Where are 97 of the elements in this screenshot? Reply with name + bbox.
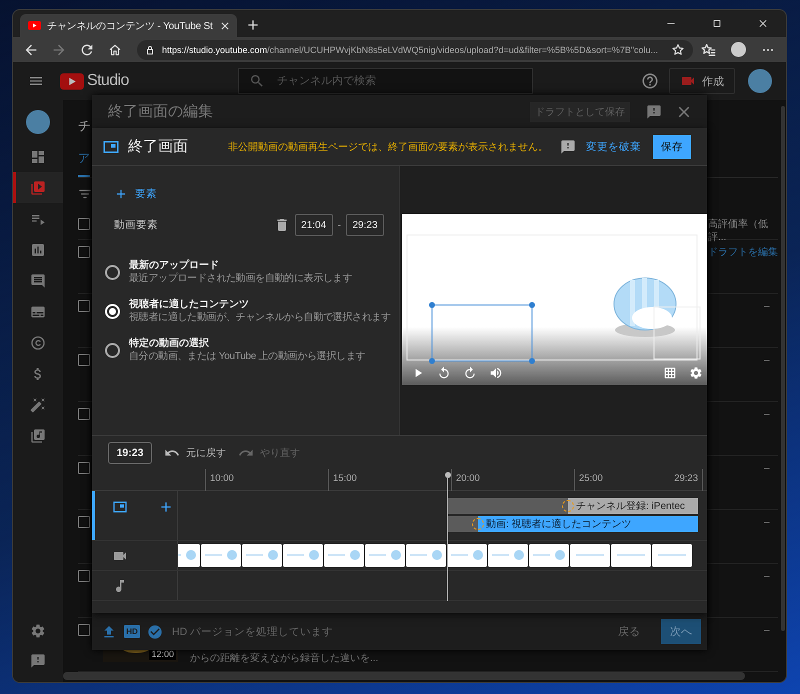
- feedback-icon[interactable]: [560, 138, 576, 154]
- trim-handle[interactable]: [562, 500, 574, 512]
- address-bar[interactable]: https://studio.youtube.com/channel/UCUHPWvjKbN8s5eLVdWQ5nig/videos/upload?d=ud&filter=%5B%5D&sort=%7B"colu...: [137, 40, 693, 60]
- checkbox[interactable]: [78, 516, 90, 528]
- add-element-button[interactable]: 要素: [114, 186, 157, 202]
- scrollbar[interactable]: [781, 106, 785, 631]
- option-title: 特定の動画の選択: [129, 337, 210, 350]
- settings-icon[interactable]: [689, 366, 703, 380]
- logo-text: Studio: [87, 72, 129, 90]
- playhead[interactable]: [444, 472, 451, 601]
- star-icon[interactable]: [671, 42, 685, 56]
- range-dash: -: [338, 220, 341, 230]
- checkbox[interactable]: [78, 218, 90, 230]
- feedback-icon[interactable]: [646, 104, 662, 120]
- url-text: https://studio.youtube.com/channel/UCUHPWvjKbN8s5eLVdWQ5nig/videos/upload?d=ud&filter=%5B%5D&sort=%7B"colu...: [162, 44, 660, 54]
- grid-icon[interactable]: [663, 366, 677, 380]
- table-cell-text: –: [763, 354, 771, 368]
- volume-icon[interactable]: [489, 366, 503, 380]
- scrollbar[interactable]: [63, 672, 745, 680]
- warning-text: 非公開動画の動画再生ページでは、終了画面の要素が表示されません。: [228, 140, 548, 154]
- discard-changes-button[interactable]: 変更を破棄: [586, 140, 641, 154]
- time-tick: 29:23: [674, 469, 703, 491]
- avatar[interactable]: [26, 110, 50, 134]
- undo-button[interactable]: 元に戻す: [164, 444, 226, 460]
- option-description: 視聴者に適した動画が、チャンネルから自動で選択されます: [129, 311, 391, 324]
- page-title: チ: [78, 117, 91, 135]
- time-tick: 25:00: [574, 469, 603, 491]
- element-frame[interactable]: [429, 302, 535, 364]
- editor-title: 終了画面: [128, 137, 188, 156]
- settings-icon: [30, 623, 46, 639]
- favorites-icon[interactable]: [700, 42, 716, 58]
- help-icon[interactable]: [641, 72, 659, 90]
- checkbox[interactable]: [78, 246, 90, 258]
- checkbox[interactable]: [78, 570, 90, 582]
- end-screen-clip[interactable]: チャンネル登録: iPentec: [447, 498, 698, 514]
- option-description: 自分の動画、または YouTube 上の動画から選択します: [129, 350, 366, 363]
- video-title: からの距離を変えながら録音した違いを...: [190, 653, 378, 665]
- checkbox[interactable]: [78, 354, 90, 366]
- radio-button[interactable]: [105, 342, 120, 358]
- dashboard-icon: [30, 148, 46, 164]
- search-icon: [248, 73, 265, 89]
- play-logo-icon: [60, 72, 84, 90]
- end-screen-clip[interactable]: 動画: 視聴者に適したコンテンツ: [447, 516, 698, 532]
- avatar[interactable]: [748, 69, 772, 93]
- element-label: 動画要素: [114, 218, 158, 232]
- sidebar-item[interactable]: [13, 172, 63, 203]
- option-description: 最近アップロードされた動画を自動的に表示します: [129, 272, 352, 285]
- start-time-field[interactable]: 21:04: [294, 214, 333, 236]
- trim-handle[interactable]: [472, 518, 484, 530]
- fast-forward-icon[interactable]: [463, 366, 477, 380]
- status-text: HD バージョンを処理しています: [172, 624, 334, 638]
- play-logo-icon: [28, 21, 41, 30]
- column-header: 高評価率（低評...: [708, 218, 769, 244]
- music-library-icon: [30, 428, 46, 444]
- track-header[interactable]: [92, 491, 178, 540]
- save-button[interactable]: 保存: [653, 134, 691, 158]
- hd-badge: HD: [124, 625, 140, 638]
- radio-button[interactable]: [105, 264, 120, 280]
- search-bar[interactable]: チャンネル内で検索: [238, 68, 533, 94]
- end-time-field[interactable]: 29:23: [346, 214, 384, 236]
- table-cell-text: –: [763, 300, 771, 314]
- option-title: 最新のアップロード: [129, 259, 220, 272]
- checkbox[interactable]: [78, 462, 90, 474]
- table-cell-text: –: [763, 408, 771, 422]
- feedback-icon: [30, 653, 46, 669]
- table-cell-text: –: [763, 570, 771, 584]
- rewind-icon[interactable]: [437, 366, 451, 380]
- time-tick: 15:00: [328, 469, 357, 491]
- magic-wand-icon: [30, 396, 46, 412]
- checkbox[interactable]: [78, 624, 90, 636]
- edit-draft-link[interactable]: ドラフトを編集: [708, 246, 778, 293]
- dialog-title: 終了画面の編集: [108, 102, 213, 121]
- copyright-icon: [30, 334, 46, 350]
- home-icon[interactable]: [108, 42, 122, 56]
- table-cell-text: –: [763, 516, 771, 530]
- time-tick: 10:00: [205, 469, 234, 491]
- current-time-field[interactable]: 19:23: [108, 442, 152, 464]
- checkbox[interactable]: [78, 408, 90, 420]
- end-screen-icon: [112, 499, 128, 515]
- subtitles-icon: [30, 304, 46, 320]
- table-cell-text: –: [763, 462, 771, 476]
- search-input[interactable]: チャンネル内で検索: [276, 75, 517, 87]
- close-icon[interactable]: [218, 20, 231, 32]
- filter-icon[interactable]: [78, 187, 92, 201]
- lock-icon: [144, 44, 156, 56]
- browser-tab[interactable]: チャンネルのコンテンツ - YouTube St: [20, 14, 237, 37]
- time-tick: 20:00: [451, 469, 480, 491]
- bar-chart-icon: [30, 242, 46, 258]
- profile-avatar[interactable]: [730, 42, 746, 57]
- table-cell-text: –: [763, 624, 771, 638]
- refresh-icon[interactable]: [79, 42, 95, 58]
- create-button[interactable]: 作成: [669, 68, 735, 94]
- plus-icon: [114, 187, 128, 201]
- option-title: 視聴者に適したコンテンツ: [129, 298, 250, 311]
- comment-icon: [30, 272, 46, 288]
- video-library-icon: [30, 180, 46, 196]
- checkbox[interactable]: [78, 300, 90, 312]
